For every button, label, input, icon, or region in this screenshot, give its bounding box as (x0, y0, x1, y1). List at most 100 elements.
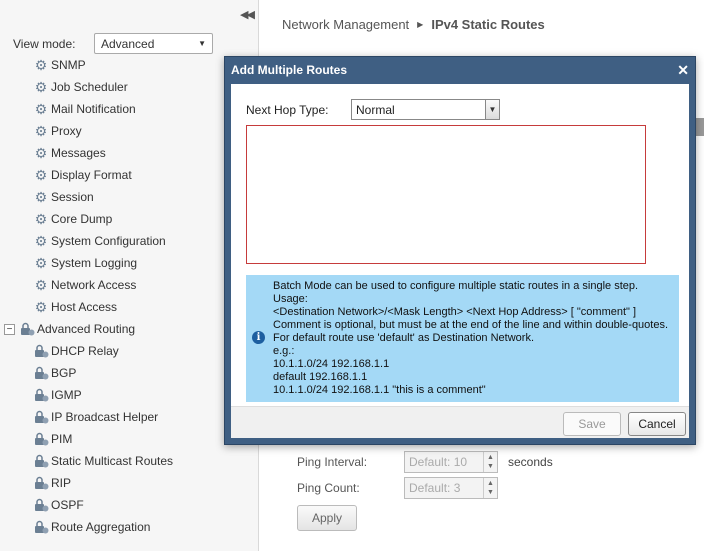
breadcrumb: Network Management ▶ IPv4 Static Routes (282, 17, 545, 32)
dialog-body: Next Hop Type: Normal ▼ i Batch Mode can… (231, 84, 689, 406)
next-hop-label: Next Hop Type: (246, 102, 329, 117)
spinner-arrows-icon[interactable]: ▲ ▼ (483, 478, 497, 498)
ping-interval-field[interactable]: Default: 10 ▲ ▼ (404, 451, 498, 473)
lock-gear-icon (33, 387, 49, 403)
sidebar-item-label: Static Multicast Routes (51, 454, 174, 468)
ping-settings-form: Ping Interval: Default: 10 ▲ ▼ seconds Pi… (297, 449, 553, 531)
help-line: e.g.: (273, 345, 295, 357)
apply-button[interactable]: Apply (297, 505, 357, 531)
dialog-title: Add Multiple Routes (231, 63, 347, 77)
sidebar-item-label: System Logging (51, 256, 138, 270)
sidebar-item-snmp[interactable]: ⚙ SNMP (0, 54, 258, 76)
gear-icon: ⚙ (34, 79, 48, 95)
sidebar-item-rip[interactable]: RIP (0, 472, 258, 494)
gear-icon: ⚙ (34, 189, 48, 205)
sidebar-item-system-logging[interactable]: ⚙ System Logging (0, 252, 258, 274)
sidebar-item-network-access[interactable]: ⚙ Network Access (0, 274, 258, 296)
view-mode: View mode: Advanced ▼ (13, 33, 213, 54)
view-mode-select[interactable]: Advanced ▼ (94, 33, 213, 54)
nav-tree: ⚙ SNMP ⚙ Job Scheduler ⚙ Mail Notification … (0, 54, 258, 538)
sidebar-item-label: DHCP Relay (51, 344, 119, 358)
ping-interval-label: Ping Interval: (297, 455, 368, 469)
dialog-titlebar: Add Multiple Routes ✕ (225, 57, 695, 83)
next-hop-select[interactable]: Normal ▼ (351, 99, 500, 120)
sidebar-item-system-configuration[interactable]: ⚙ System Configuration (0, 230, 258, 252)
sidebar-item-job-scheduler[interactable]: ⚙ Job Scheduler (0, 76, 258, 98)
info-icon: i (252, 331, 265, 344)
sidebar-item-label: RIP (51, 476, 72, 490)
sidebar-item-messages[interactable]: ⚙ Messages (0, 142, 258, 164)
help-line: For default route use 'default' as Desti… (273, 332, 535, 344)
sidebar-item-label: Core Dump (51, 212, 113, 226)
cancel-button[interactable]: Cancel (628, 412, 686, 436)
sidebar-item-static-multicast-routes[interactable]: Static Multicast Routes (0, 450, 258, 472)
sidebar-item-label: Mail Notification (51, 102, 136, 116)
gear-icon: ⚙ (34, 167, 48, 183)
page-title: IPv4 Static Routes (431, 17, 545, 32)
sidebar-group-advanced-routing[interactable]: − Advanced Routing (0, 318, 258, 340)
sidebar-item-label: Job Scheduler (51, 80, 128, 94)
sidebar-item-label: Host Access (51, 300, 118, 314)
sidebar-item-label: IP Broadcast Helper (51, 410, 159, 424)
next-hop-value: Normal (356, 102, 395, 117)
help-line: Usage: (273, 293, 308, 305)
spinner-arrows-icon[interactable]: ▲ ▼ (483, 452, 497, 472)
sidebar-item-pim[interactable]: PIM (0, 428, 258, 450)
sidebar-item-label: Network Access (51, 278, 137, 292)
help-text: Batch Mode can be used to configure mult… (273, 280, 668, 397)
gear-icon: ⚙ (34, 123, 48, 139)
sidebar-group-label: Advanced Routing (37, 322, 136, 336)
ping-count-placeholder: Default: 3 (409, 481, 461, 495)
lock-gear-icon (33, 497, 49, 513)
help-line: default 192.168.1.1 (273, 371, 368, 383)
view-mode-label: View mode: (13, 36, 76, 51)
help-line: 10.1.1.0/24 192.168.1.1 (273, 358, 390, 370)
ping-interval-placeholder: Default: 10 (409, 455, 468, 469)
gear-icon: ⚙ (34, 299, 48, 315)
dialog-footer: Save Cancel (231, 406, 689, 438)
gear-icon: ⚙ (34, 145, 48, 161)
save-button[interactable]: Save (563, 412, 621, 436)
sidebar-item-bgp[interactable]: BGP (0, 362, 258, 384)
sidebar-item-igmp[interactable]: IGMP (0, 384, 258, 406)
lock-gear-icon (33, 475, 49, 491)
sidebar-item-label: Messages (51, 146, 106, 160)
lock-gear-icon (33, 343, 49, 359)
chevron-down-icon: ▼ (198, 39, 206, 48)
sidebar-item-core-dump[interactable]: ⚙ Core Dump (0, 208, 258, 230)
chevron-down-icon[interactable]: ▼ (485, 100, 499, 119)
lock-gear-icon (33, 365, 49, 381)
sidebar-item-ip-broadcast-helper[interactable]: IP Broadcast Helper (0, 406, 258, 428)
sidebar-item-display-format[interactable]: ⚙ Display Format (0, 164, 258, 186)
lock-gear-icon (33, 519, 49, 535)
sidebar-item-label: IGMP (51, 388, 82, 402)
lock-gear-icon (33, 431, 49, 447)
sidebar-item-proxy[interactable]: ⚙ Proxy (0, 120, 258, 142)
collapse-toggle-icon[interactable]: − (4, 323, 15, 335)
routes-textarea[interactable] (246, 125, 646, 264)
help-line: Comment is optional, but must be at the … (273, 319, 669, 331)
add-multiple-routes-dialog: Add Multiple Routes ✕ Next Hop Type: Nor… (224, 56, 696, 445)
gear-icon: ⚙ (34, 255, 48, 271)
sidebar-item-ospf[interactable]: OSPF (0, 494, 258, 516)
help-line: 10.1.1.0/24 192.168.1.1 "this is a comme… (273, 384, 486, 396)
sidebar-item-label: OSPF (51, 498, 84, 512)
sidebar-item-mail-notification[interactable]: ⚙ Mail Notification (0, 98, 258, 120)
ping-count-field[interactable]: Default: 3 ▲ ▼ (404, 477, 498, 499)
collapse-sidebar-icon[interactable]: ◀◀ (240, 8, 255, 21)
sidebar-item-label: SNMP (51, 58, 86, 72)
close-icon[interactable]: ✕ (677, 62, 689, 79)
sidebar-item-label: Route Aggregation (51, 520, 151, 534)
lock-gear-icon (33, 453, 49, 469)
sidebar-item-label: Session (51, 190, 94, 204)
sidebar-item-host-access[interactable]: ⚙ Host Access (0, 296, 258, 318)
gear-icon: ⚙ (34, 211, 48, 227)
sidebar-item-dhcp-relay[interactable]: DHCP Relay (0, 340, 258, 362)
breadcrumb-parent[interactable]: Network Management (282, 17, 409, 32)
view-mode-value: Advanced (101, 36, 155, 51)
lock-gear-icon (19, 321, 35, 337)
sidebar-item-route-aggregation[interactable]: Route Aggregation (0, 516, 258, 538)
sidebar-item-session[interactable]: ⚙ Session (0, 186, 258, 208)
lock-gear-icon (33, 409, 49, 425)
help-line: <Destination Network>/<Mask Length> <Nex… (273, 306, 637, 318)
